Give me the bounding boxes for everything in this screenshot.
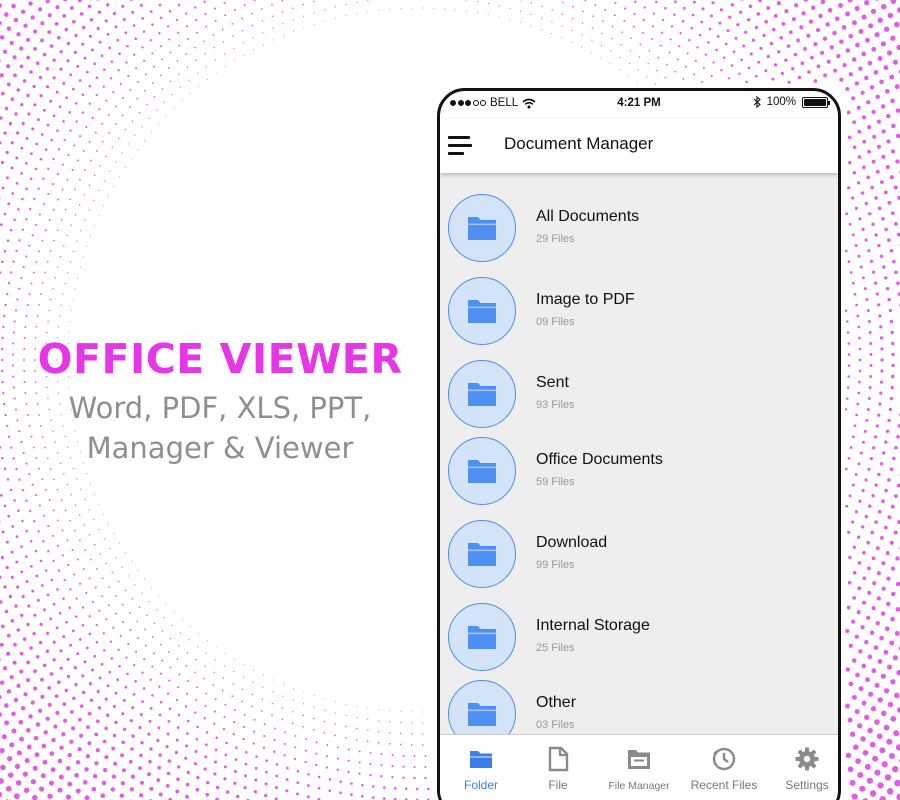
folder-name: Office Documents <box>536 451 663 468</box>
folder-file-count: 29 Files <box>536 233 575 245</box>
folder-name: Download <box>536 534 608 551</box>
list-item[interactable]: All Documents 29 Files <box>440 194 838 274</box>
folder-icon <box>448 520 516 588</box>
folder-icon <box>448 277 516 345</box>
nav-label: Recent Files <box>690 778 758 792</box>
phone-frame: BELL 4:21 PM 100% Document Manager All D… <box>437 88 841 800</box>
nav-item-file[interactable]: File <box>517 735 599 799</box>
list-item[interactable]: Other 03 Files <box>440 680 838 734</box>
battery-icon <box>802 96 830 108</box>
folder-name: Sent <box>536 374 569 391</box>
nav-label: File <box>548 778 568 792</box>
promo-subtitle-line-1: Word, PDF, XLS, PPT, <box>68 391 372 425</box>
folder-name: Other <box>536 694 577 711</box>
nav-item-folder[interactable]: Folder <box>440 735 522 799</box>
folder-icon <box>448 680 516 734</box>
status-bar: BELL 4:21 PM 100% <box>440 91 838 119</box>
folder-name: All Documents <box>536 208 640 225</box>
folder-icon <box>448 603 516 671</box>
folder-file-count: 09 Files <box>536 316 575 328</box>
promo-title: OFFICE VIEWER <box>37 335 403 383</box>
folder-icon <box>470 751 492 768</box>
folder-list: All Documents 29 Files Image to PDF 09 File… <box>440 173 838 734</box>
folder-icon <box>448 437 516 505</box>
list-item[interactable]: Image to PDF 09 Files <box>440 277 838 357</box>
file-icon <box>548 746 569 772</box>
nav-item-recent-files[interactable]: Recent Files <box>683 735 765 799</box>
nav-label: Settings <box>785 778 829 792</box>
promo-text-block: OFFICE VIEWER Word, PDF, XLS, PPT, Manag… <box>0 330 440 468</box>
nav-label: File Manager <box>608 780 670 792</box>
folder-icon <box>448 360 516 428</box>
app-bar: Document Manager <box>440 119 838 173</box>
gear-icon <box>795 747 819 771</box>
page-title: Document Manager <box>504 134 654 153</box>
folder-icon <box>448 194 516 262</box>
folder-name: Image to PDF <box>536 291 635 308</box>
menu-icon[interactable] <box>448 132 478 160</box>
folder-file-count: 25 Files <box>536 642 575 654</box>
nav-item-settings[interactable]: Settings <box>766 735 838 799</box>
folder-name: Internal Storage <box>536 617 650 634</box>
list-item[interactable]: Download 99 Files <box>440 520 838 600</box>
bluetooth-icon <box>753 96 761 108</box>
promo-subtitle-line-2: Manager & Viewer <box>86 431 354 465</box>
list-item[interactable]: Office Documents 59 Files <box>440 437 838 517</box>
file-manager-icon <box>628 750 650 769</box>
nav-item-file-manager[interactable]: File Manager <box>598 735 680 799</box>
nav-label: Folder <box>463 778 498 792</box>
folder-file-count: 59 Files <box>536 476 575 488</box>
clock-icon <box>712 747 736 771</box>
bottom-navigation: Folder File File Manager Recent Files Se… <box>440 734 838 800</box>
folder-file-count: 99 Files <box>536 559 575 571</box>
folder-file-count: 03 Files <box>536 719 575 731</box>
list-item[interactable]: Internal Storage 25 Files <box>440 603 838 683</box>
battery-percent: 100% <box>766 96 796 108</box>
list-item[interactable]: Sent 93 Files <box>440 360 838 440</box>
folder-file-count: 93 Files <box>536 399 575 411</box>
